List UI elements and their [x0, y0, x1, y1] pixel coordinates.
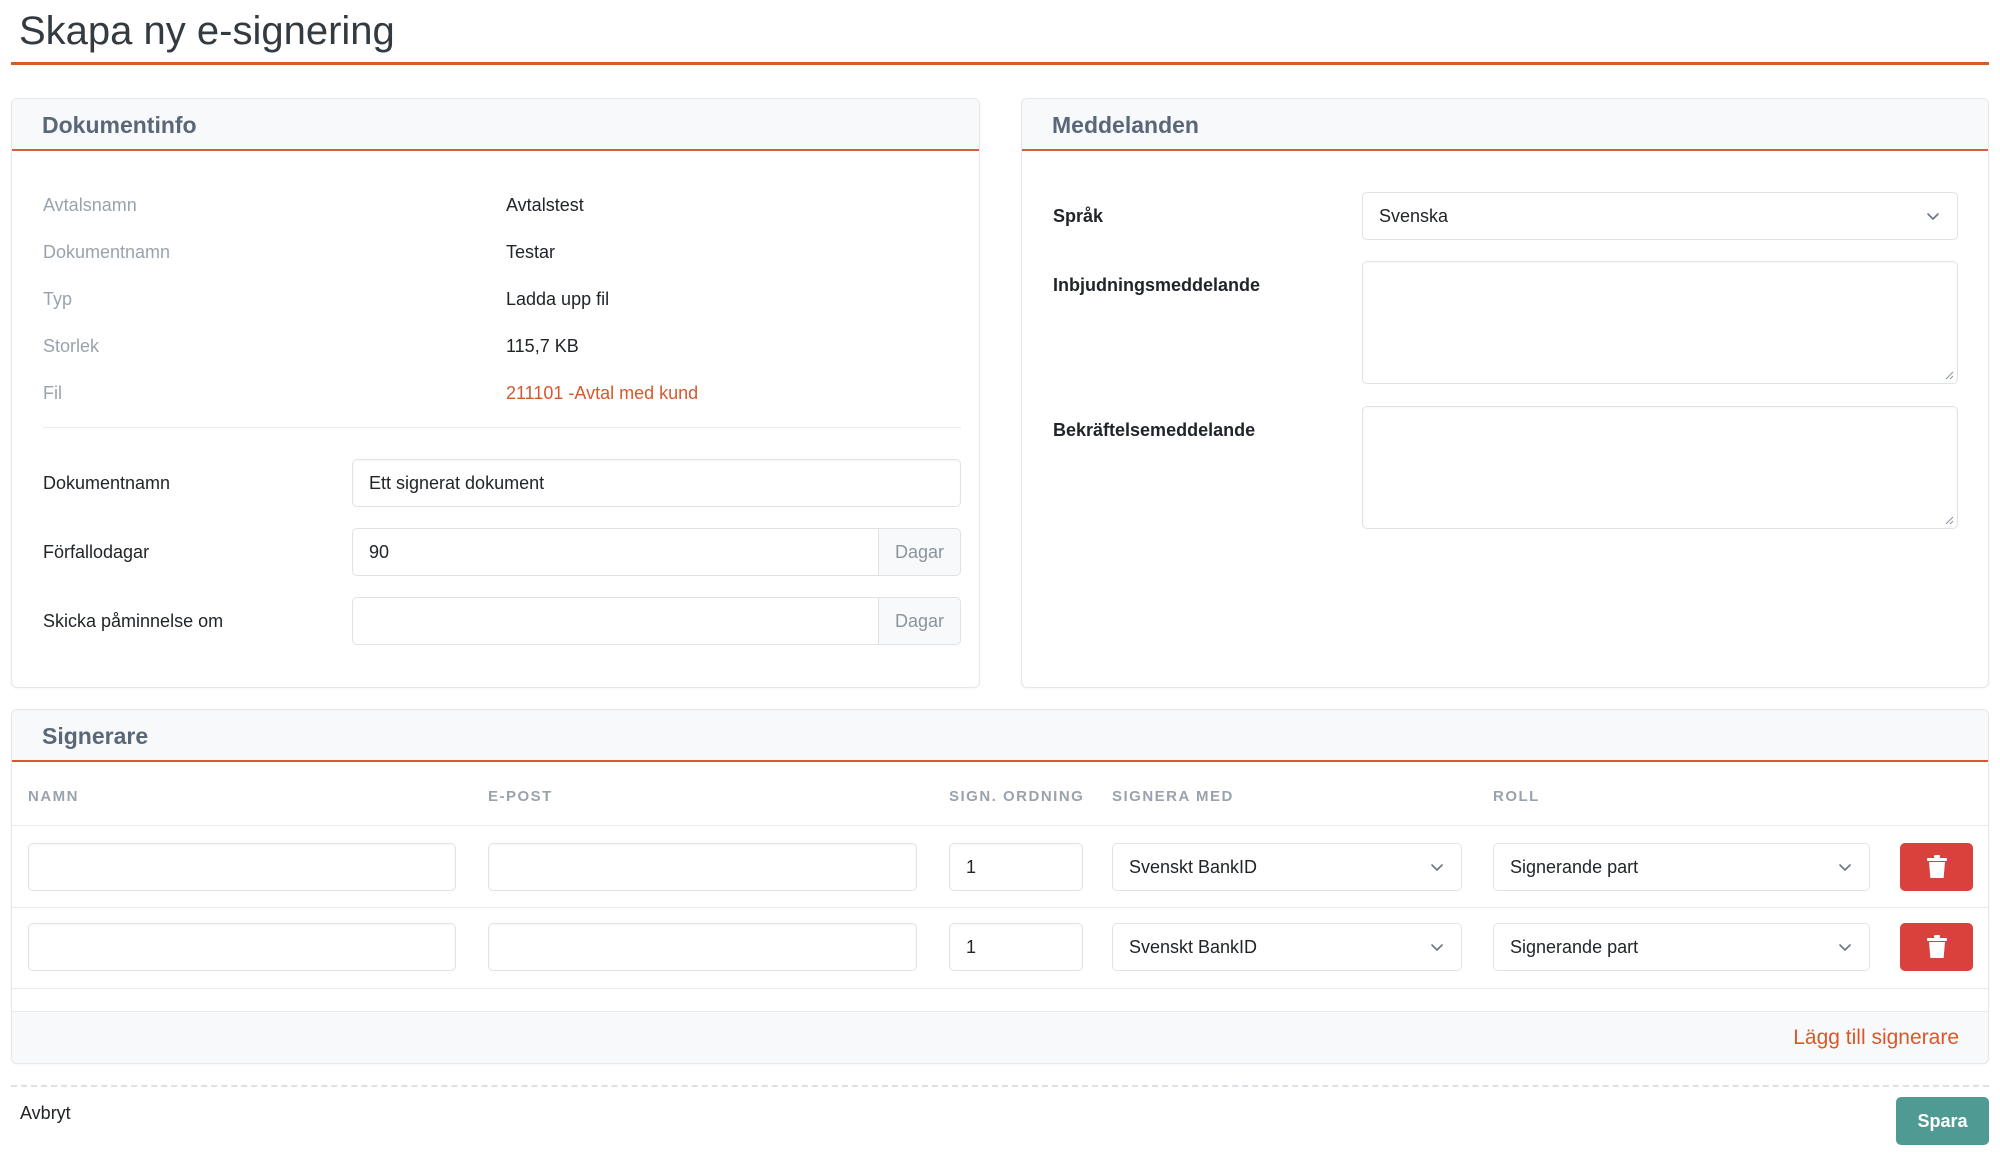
delete-signer-button[interactable]	[1900, 923, 1973, 971]
reminder-days-input[interactable]	[352, 597, 878, 645]
messages-card: Meddelanden Språk Svenska Inbjudningsmed…	[1021, 98, 1989, 688]
trash-icon	[1926, 855, 1947, 878]
column-header-name: NAMN	[28, 788, 79, 805]
chevron-down-icon	[1839, 944, 1851, 951]
save-button[interactable]: Spara	[1896, 1097, 1989, 1145]
language-value: Svenska	[1379, 205, 1449, 226]
document-name-value: Ett signerat dokument	[369, 472, 545, 493]
info-value-agreement-name: Avtalstest	[506, 195, 584, 215]
sign-method-value: Svenskt BankID	[1129, 856, 1258, 877]
signer-row-divider	[12, 907, 1988, 908]
delete-signer-button[interactable]	[1900, 843, 1973, 891]
sign-method-value: Svenskt BankID	[1129, 936, 1258, 957]
signers-card-header: Signerare	[12, 710, 1988, 762]
signer-order-value: 1	[966, 856, 977, 877]
file-link[interactable]: 211101 -Avtal med kund	[506, 383, 698, 404]
signers-card-title: Signerare	[42, 723, 149, 749]
info-label-size: Storlek	[43, 336, 100, 356]
info-value-size: 115,7 KB	[506, 336, 579, 356]
expiry-days-label: Förfallodagar	[43, 542, 150, 562]
column-header-role: ROLL	[1493, 788, 1540, 805]
expiry-days-group: 90 Dagar	[352, 528, 961, 576]
title-divider	[11, 62, 1989, 65]
add-signer-link[interactable]: Lägg till signerare	[1793, 1026, 1959, 1050]
docinfo-card: Dokumentinfo Avtalsnamn Avtalstest Dokum…	[11, 98, 980, 688]
resize-grip-icon[interactable]	[1944, 515, 1954, 525]
info-value-document-name: Testar	[506, 242, 556, 262]
expiry-days-value: 90	[369, 541, 390, 562]
confirmation-message-label: Bekräftelsemeddelande	[1053, 420, 1256, 440]
info-label-file: Fil	[43, 383, 62, 403]
reminder-label: Skicka påminnelse om	[43, 611, 224, 631]
signer-name-input[interactable]	[28, 923, 456, 971]
signer-email-input[interactable]	[488, 843, 917, 891]
expiry-days-addon: Dagar	[878, 528, 961, 576]
confirmation-message-textarea[interactable]	[1362, 406, 1958, 529]
signer-order-input[interactable]: 1	[949, 923, 1083, 971]
docinfo-card-title: Dokumentinfo	[42, 112, 197, 138]
info-value-type: Ladda upp fil	[506, 289, 610, 309]
invitation-message-textarea[interactable]	[1362, 261, 1958, 384]
chevron-down-icon	[1839, 864, 1851, 871]
footer-divider	[11, 1085, 1989, 1087]
role-value: Signerande part	[1510, 936, 1639, 957]
chevron-down-icon	[1927, 213, 1939, 220]
reminder-group: Dagar	[352, 597, 961, 645]
document-name-label: Dokumentnamn	[43, 473, 171, 493]
chevron-down-icon	[1431, 864, 1443, 871]
language-label: Språk	[1053, 206, 1104, 226]
chevron-down-icon	[1431, 944, 1443, 951]
reminder-days-addon: Dagar	[878, 597, 961, 645]
sign-method-select[interactable]: Svenskt BankID	[1112, 923, 1462, 971]
signer-row-divider	[12, 988, 1988, 989]
info-label-document-name: Dokumentnamn	[43, 242, 171, 262]
expiry-days-input[interactable]: 90	[352, 528, 878, 576]
language-select[interactable]: Svenska	[1362, 192, 1958, 240]
signers-card: Signerare NAMN E-POST SIGN. ORDNING SIGN…	[11, 709, 1989, 1064]
signer-email-input[interactable]	[488, 923, 917, 971]
signer-name-input[interactable]	[28, 843, 456, 891]
role-select[interactable]: Signerande part	[1493, 843, 1870, 891]
role-value: Signerande part	[1510, 856, 1639, 877]
signers-card-footer: Lägg till signerare	[12, 1011, 1988, 1063]
role-select[interactable]: Signerande part	[1493, 923, 1870, 971]
cancel-link[interactable]: Avbryt	[20, 1103, 71, 1124]
messages-card-title: Meddelanden	[1052, 112, 1199, 138]
messages-card-header: Meddelanden	[1022, 99, 1988, 151]
page-title: Skapa ny e-signering	[19, 9, 395, 53]
info-label-agreement-name: Avtalsnamn	[43, 195, 137, 215]
column-header-sign-with: SIGNERA MED	[1112, 788, 1234, 805]
docinfo-card-header: Dokumentinfo	[12, 99, 979, 151]
trash-icon	[1926, 935, 1947, 958]
resize-grip-icon[interactable]	[1944, 370, 1954, 380]
info-label-type: Typ	[43, 289, 73, 309]
sign-method-select[interactable]: Svenskt BankID	[1112, 843, 1462, 891]
column-header-email: E-POST	[488, 788, 553, 805]
invitation-message-label: Inbjudningsmeddelande	[1053, 275, 1261, 295]
signer-order-input[interactable]: 1	[949, 843, 1083, 891]
column-header-sign-order: SIGN. ORDNING	[949, 788, 1085, 805]
document-name-input[interactable]: Ett signerat dokument	[352, 459, 961, 507]
signers-header-divider	[12, 825, 1988, 826]
signer-order-value: 1	[966, 936, 977, 957]
docinfo-divider	[43, 427, 961, 428]
